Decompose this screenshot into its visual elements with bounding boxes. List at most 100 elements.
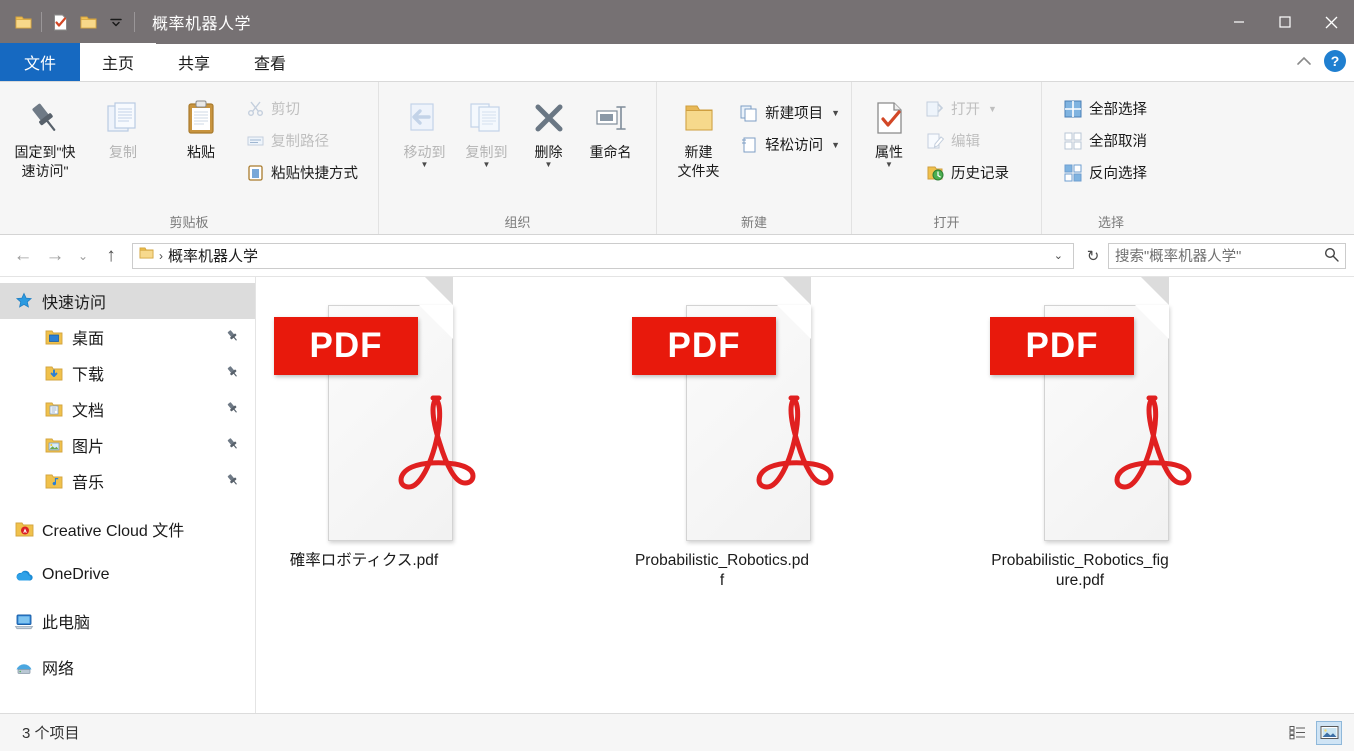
copy-path-button[interactable]: 复制路径 <box>240 126 363 155</box>
sidebar-label-pictures: 图片 <box>72 439 105 456</box>
maximize-button[interactable] <box>1262 0 1308 44</box>
title-bar: 概率机器人学 <box>0 0 1354 44</box>
sidebar-item-creative-cloud[interactable]: Creative Cloud 文件 <box>0 511 255 547</box>
copy-to-button[interactable]: 复制到 ▼ <box>456 90 518 169</box>
breadcrumb-current[interactable]: 概率机器人学 <box>168 245 258 266</box>
edit-button[interactable]: 编辑 <box>920 126 1014 155</box>
recent-locations-button[interactable]: ⌄ <box>72 241 94 271</box>
sidebar-item-documents[interactable]: 文档 <box>0 391 255 427</box>
new-item-caret-icon[interactable]: ▼ <box>831 108 840 118</box>
select-small-buttons: 全部选择 全部取消 反向选择 <box>1058 90 1152 187</box>
pin-icon[interactable] <box>226 401 239 417</box>
tab-share[interactable]: 共享 <box>156 43 232 81</box>
open-caret-icon[interactable]: ▼ <box>988 104 997 114</box>
navigation-pane: 快速访问 桌面 下载 文档 图片 音乐 Creative Cloud 文件 On… <box>0 277 256 713</box>
select-all-button[interactable]: 全部选择 <box>1058 94 1152 123</box>
edit-icon <box>925 131 945 151</box>
new-item-button[interactable]: 新建项目 ▼ <box>734 98 845 127</box>
sidebar-item-downloads[interactable]: 下载 <box>0 355 255 391</box>
tab-file[interactable]: 文件 <box>0 43 81 81</box>
collapse-ribbon-icon[interactable] <box>1296 53 1312 70</box>
edit-label: 编辑 <box>951 134 980 150</box>
folder-icon <box>139 246 154 265</box>
sidebar-item-pictures[interactable]: 图片 <box>0 427 255 463</box>
tab-view[interactable]: 查看 <box>232 43 308 81</box>
pdf-badge-label: PDF <box>667 326 741 365</box>
history-button[interactable]: 历史记录 <box>920 158 1014 187</box>
easy-access-label: 轻松访问 <box>765 138 824 154</box>
copy-button[interactable]: 复制 <box>84 90 162 161</box>
file-item[interactable]: PDF 確率ロボティクス.pdf <box>274 277 476 597</box>
sidebar-item-this-pc[interactable]: 此电脑 <box>0 603 255 639</box>
help-icon[interactable]: ? <box>1324 50 1346 72</box>
pdf-badge-label: PDF <box>1025 326 1099 365</box>
file-name-label: Probabilistic_Robotics.pdf <box>634 552 810 589</box>
properties-button[interactable]: 属性 ▼ <box>858 90 920 169</box>
close-button[interactable] <box>1308 0 1354 44</box>
creative-cloud-icon <box>14 519 34 539</box>
move-to-button[interactable]: 移动到 ▼ <box>394 90 456 169</box>
rename-icon <box>591 94 631 142</box>
sidebar-item-onedrive[interactable]: OneDrive <box>0 557 255 593</box>
search-placeholder: 搜索"概率机器人学" <box>1115 249 1242 265</box>
search-input[interactable]: 搜索"概率机器人学" <box>1108 242 1346 269</box>
paste-shortcut-icon <box>245 163 265 183</box>
cut-button[interactable]: 剪切 <box>240 94 363 123</box>
paste-shortcut-label: 粘贴快捷方式 <box>271 166 358 182</box>
new-folder-button[interactable]: 新建 文件夹 <box>663 90 734 180</box>
search-icon[interactable] <box>1324 247 1339 265</box>
easy-access-caret-icon[interactable]: ▼ <box>831 140 840 150</box>
delete-caret-icon[interactable]: ▼ <box>545 161 553 169</box>
invert-selection-button[interactable]: 反向选择 <box>1058 158 1152 187</box>
move-to-caret-icon[interactable]: ▼ <box>421 161 429 169</box>
customize-caret-icon[interactable] <box>103 7 129 37</box>
paste-shortcut-button[interactable]: 粘贴快捷方式 <box>240 158 363 187</box>
rename-button[interactable]: 重命名 <box>580 90 642 161</box>
group-title-select: 选择 <box>1097 215 1124 230</box>
pdf-badge: PDF <box>632 317 776 375</box>
file-item[interactable]: PDF Probabilistic_Robotics.pdf <box>632 277 834 597</box>
pin-icon[interactable] <box>226 329 239 345</box>
ribbon-group-clipboard: 固定到"快 速访问" 复制 粘贴 剪切 复制路径 粘贴快捷方式 剪贴板 <box>0 82 378 234</box>
up-button[interactable]: ↑ <box>96 241 126 271</box>
group-title-organize: 组织 <box>504 215 531 230</box>
sidebar-item-desktop[interactable]: 桌面 <box>0 319 255 355</box>
ribbon-group-select: 全部选择 全部取消 反向选择 选择 <box>1041 82 1354 234</box>
pin-icon[interactable] <box>226 437 239 453</box>
file-list-view[interactable]: PDF 確率ロボティクス.pdf PDF Probabilistic_Robot… <box>256 277 1354 713</box>
properties-caret-icon[interactable]: ▼ <box>885 161 893 169</box>
pdf-fold-shadow <box>419 277 453 305</box>
file-item[interactable]: PDF Probabilistic_Robotics_figure.pdf <box>990 277 1192 597</box>
pictures-folder-icon <box>44 435 64 455</box>
forward-button[interactable]: → <box>40 241 70 271</box>
pin-icon[interactable] <box>226 473 239 489</box>
folder-icon[interactable] <box>10 7 36 37</box>
new-item-label: 新建项目 <box>765 106 824 122</box>
minimize-button[interactable] <box>1216 0 1262 44</box>
pin-to-quick-access-button[interactable]: 固定到"快 速访问" <box>6 90 84 180</box>
address-field[interactable]: › 概率机器人学 ⌄ <box>132 242 1074 269</box>
delete-button[interactable]: 删除 ▼ <box>518 90 580 169</box>
copy-to-caret-icon[interactable]: ▼ <box>483 161 491 169</box>
sidebar-item-music[interactable]: 音乐 <box>0 463 255 499</box>
paste-button[interactable]: 粘贴 <box>162 90 240 161</box>
easy-access-button[interactable]: 轻松访问 ▼ <box>734 130 845 159</box>
tab-home[interactable]: 主页 <box>80 43 157 81</box>
ribbon-group-open: 属性 ▼ 打开 ▼ 编辑 历史记录 打开 <box>851 82 1041 234</box>
properties-icon <box>871 94 907 142</box>
select-none-button[interactable]: 全部取消 <box>1058 126 1152 155</box>
back-button[interactable]: ← <box>8 241 38 271</box>
large-icons-view-button[interactable] <box>1316 720 1342 745</box>
pdf-file-icon: PDF <box>274 277 476 541</box>
sidebar-item-network[interactable]: 网络 <box>0 649 255 685</box>
properties-icon[interactable] <box>47 7 73 37</box>
pin-icon[interactable] <box>226 365 239 381</box>
new-folder-icon[interactable] <box>75 7 101 37</box>
quick-access-toolbar <box>0 0 138 44</box>
open-button[interactable]: 打开 ▼ <box>920 94 1014 123</box>
refresh-button[interactable]: ↻ <box>1080 243 1106 269</box>
details-view-button[interactable] <box>1284 721 1310 745</box>
sidebar-item-quick-access[interactable]: 快速访问 <box>0 283 255 319</box>
clipboard-small-buttons: 剪切 复制路径 粘贴快捷方式 <box>240 90 363 187</box>
address-dropdown-icon[interactable]: ⌄ <box>1054 249 1067 262</box>
